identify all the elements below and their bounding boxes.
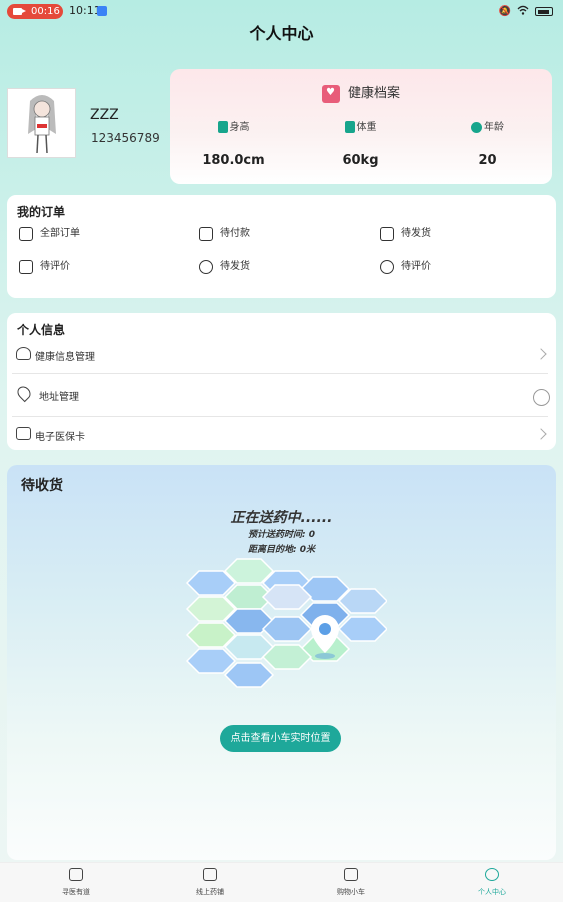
screen-recording-indicator[interactable]: 00:16 [7,4,63,19]
stethoscope-icon [69,868,83,881]
height-value: 180.0cm [202,153,265,168]
heartbeat-icon [16,347,31,360]
store-icon [203,868,217,881]
height-icon [217,121,228,133]
order-label: 全部订单 [40,228,80,239]
divider [12,373,548,374]
tab-find-doctor[interactable]: 寻医有道 [16,868,136,897]
tab-shopping-cart[interactable]: 购物小车 [291,868,411,897]
user-id: 123456789 [91,131,160,145]
health-info-management-label: 健康信息管理 [35,352,95,363]
system-icons: 🔕 [499,5,553,18]
order-label: 待发货 [220,261,250,272]
package-icon [380,227,394,241]
weight-label: 体重 [356,122,377,133]
bottom-tab-bar: 寻医有道 线上药铺 购物小车 个人中心 [0,862,563,902]
weight-icon [344,121,355,133]
pending-receipt-title: 待收货 [21,478,63,494]
wallet-icon [199,227,213,241]
height-label: 身高 [229,122,250,133]
chevron-right-icon [535,428,547,440]
order-pending-payment[interactable]: 待付款 [199,226,250,242]
heart-badge-icon [199,260,213,274]
pending-receipt-card: 待收货 正在送药中...... 预计送药时间: 0 距离目的地: 0米 点击查看… [7,465,556,860]
order-pending-review[interactable]: 待评价 [19,259,70,275]
personal-info-card: 个人信息 健康信息管理 地址管理 电子医保卡 [7,313,556,450]
recording-time: 00:16 [31,6,60,17]
age-stat: 年龄 20 [424,118,551,168]
tab-personal-center[interactable]: 个人中心 [432,868,552,897]
battery-icon [535,7,553,16]
health-record-icon [321,84,340,103]
health-info-management-row[interactable]: 健康信息管理 [12,336,548,376]
status-bar: 00:16 10:11 🔕 [0,0,563,22]
order-label: 待发货 [401,228,431,239]
user-circle-icon [485,868,499,881]
hex-map-illustration [177,553,389,713]
avatar[interactable] [7,88,76,158]
page-title: 个人中心 [249,24,314,43]
cart-icon [344,868,358,881]
health-record-header: 健康档案 [170,82,552,103]
order-all[interactable]: 全部订单 [19,226,80,242]
delivery-status: 正在送药中...... [230,510,333,526]
medical-insurance-card-label: 电子医保卡 [35,432,85,443]
tab-label: 线上药铺 [196,888,224,896]
notification-icon [97,6,107,16]
weight-value: 60kg [342,153,379,168]
order-label: 待评价 [40,261,70,272]
my-orders-card: 我的订单 全部订单 待付款 待发货 待评价 待发货 待评价 [7,195,556,298]
age-label: 年龄 [484,122,504,133]
my-orders-title: 我的订单 [17,205,66,219]
wifi-icon [517,5,529,18]
truck-icon [19,260,33,274]
user-name: ZZZ [90,107,119,123]
yen-refund-icon [380,260,394,274]
medical-insurance-card-row[interactable]: 电子医保卡 [12,416,548,456]
age-value: 20 [478,153,497,168]
tab-label: 购物小车 [337,888,365,896]
delivery-eta: 预计送药时间: 0 [248,530,315,540]
weight-stat: 体重 60kg [297,118,424,168]
radio-circle[interactable] [533,389,550,406]
height-stat: 身高 180.0cm [170,118,297,168]
chevron-right-icon [535,348,547,360]
order-label: 待评价 [401,261,431,272]
camera-icon [13,8,26,15]
tab-label: 个人中心 [478,888,506,896]
address-management-row[interactable]: 地址管理 [12,376,550,416]
order-pending-shipment[interactable]: 待发货 [380,226,431,242]
health-record-card[interactable]: 健康档案 身高 180.0cm 体重 60kg 年龄 20 [170,69,552,184]
tab-label: 寻医有道 [62,888,90,896]
order-pending-review-2[interactable]: 待评价 [380,259,431,275]
tab-online-pharmacy[interactable]: 线上药铺 [150,868,270,897]
card-icon [16,427,31,440]
mute-icon: 🔕 [498,6,511,17]
status-time: 10:11 [69,4,101,17]
view-cart-location-button[interactable]: 点击查看小车实时位置 [220,725,341,752]
age-icon [471,121,482,133]
location-pin-icon [14,383,34,403]
order-label: 待付款 [220,228,250,239]
order-pending-shipment-2[interactable]: 待发货 [199,259,250,275]
health-record-title: 健康档案 [347,86,400,101]
clipboard-icon [19,227,33,241]
address-management-label: 地址管理 [39,392,79,403]
